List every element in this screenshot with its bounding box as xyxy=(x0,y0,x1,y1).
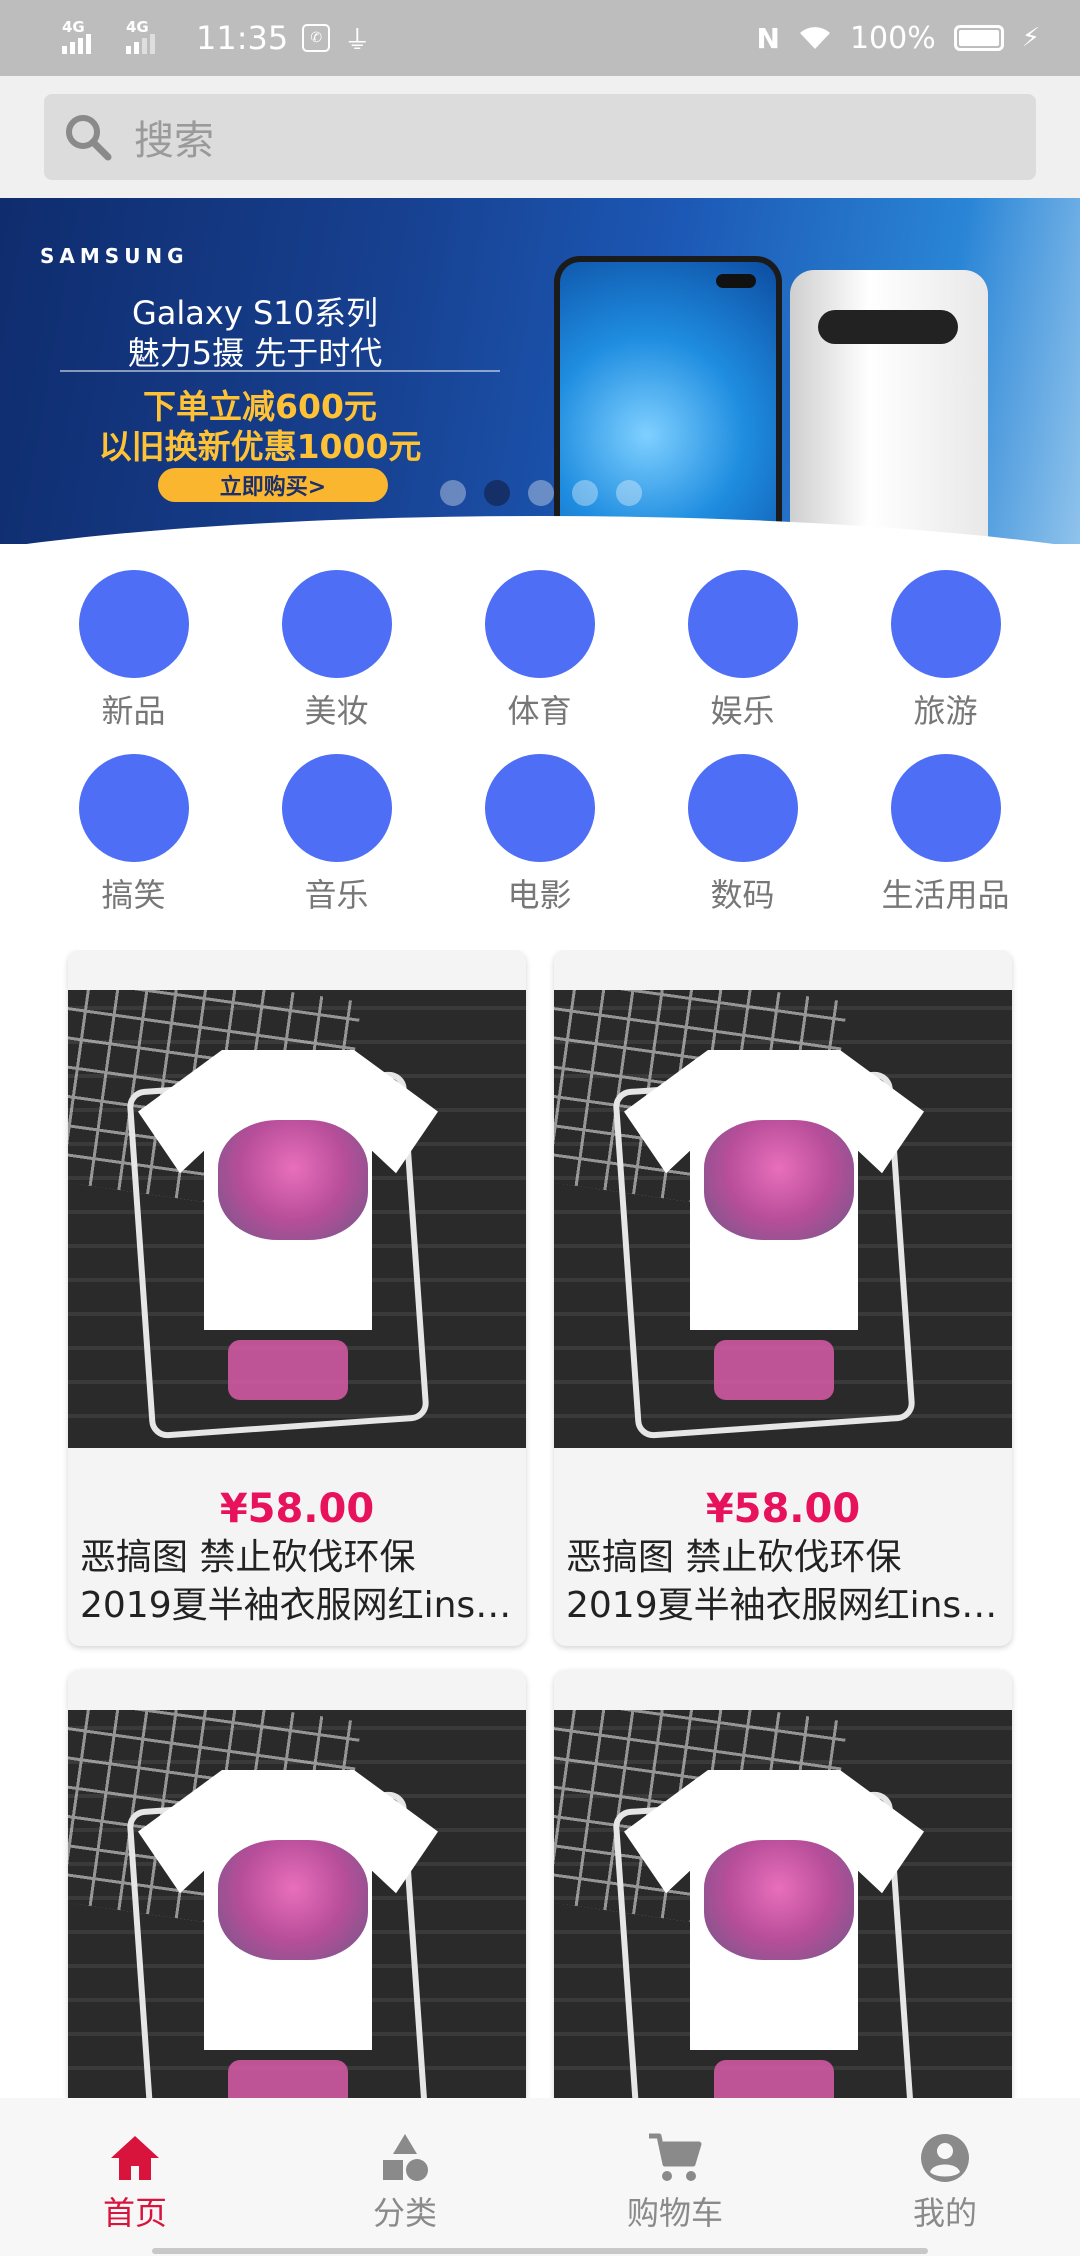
status-left: 4G 4G 11:35 ✆ ⏚ xyxy=(62,18,370,58)
product-image xyxy=(68,1710,526,2098)
category-label: 娱乐 xyxy=(710,692,775,730)
search-placeholder: 搜索 xyxy=(134,118,214,164)
cart-icon xyxy=(649,2133,702,2181)
status-bar: 4G 4G 11:35 ✆ ⏚ N 100% ⚡ xyxy=(0,0,1080,76)
battery-percent: 100% xyxy=(849,20,936,56)
product-title: 恶搞图 禁止砍伐环保 2019夏半袖衣服网红ins潮T恤 xyxy=(80,1537,512,1626)
signal-icon: 4G xyxy=(62,18,112,58)
search-area: 搜索 xyxy=(0,76,1080,198)
wifi-icon xyxy=(799,27,830,49)
category-row: 搞笑 音乐 电影 数码 生活用品 xyxy=(0,732,1080,916)
product-list: ¥58.00 恶搞图 禁止砍伐环保 2019夏半袖衣服网红ins潮T恤 ¥58.… xyxy=(0,950,1080,2098)
phone-back-image xyxy=(790,270,988,544)
category-icon xyxy=(484,570,595,678)
category-icon xyxy=(687,754,798,862)
category-label: 数码 xyxy=(710,876,775,914)
product-image xyxy=(554,1710,1012,2098)
category-icon xyxy=(281,754,392,862)
category-item[interactable]: 旅游 xyxy=(844,548,1047,732)
banner-divider xyxy=(60,370,500,372)
status-right: N 100% ⚡ xyxy=(757,21,1040,56)
bottom-nav: 首页 分类 购物车 我的 xyxy=(0,2098,1080,2256)
banner-dot[interactable] xyxy=(440,480,466,506)
app-notification-icon: ✆ xyxy=(302,24,331,52)
category-item[interactable]: 娱乐 xyxy=(641,548,844,732)
category-row: 新品 美妆 体育 娱乐 旅游 xyxy=(0,548,1080,732)
product-grid: ¥58.00 恶搞图 禁止砍伐环保 2019夏半袖衣服网红ins潮T恤 ¥58.… xyxy=(0,950,1080,2098)
category-label: 搞笑 xyxy=(101,876,166,914)
product-card[interactable]: ¥58.00 恶搞图 禁止砍伐环保 2019夏半袖衣服网红ins潮T恤 xyxy=(68,950,526,1646)
category-label: 新品 xyxy=(101,692,166,730)
category-label: 音乐 xyxy=(304,876,369,914)
tab-label: 我的 xyxy=(912,2194,977,2232)
banner-dot[interactable] xyxy=(528,480,554,506)
tab-label: 分类 xyxy=(372,2194,437,2232)
category-label: 旅游 xyxy=(913,692,978,730)
product-price: ¥58.00 xyxy=(705,1486,861,1532)
category-icon xyxy=(484,754,595,862)
category-icon xyxy=(383,2134,428,2181)
product-card[interactable]: ¥58.00 恶搞图 禁止砍伐环保 2019夏半袖衣服网红ins潮T恤 xyxy=(554,950,1012,1646)
category-label: 电影 xyxy=(507,876,572,914)
category-item[interactable]: 搞笑 xyxy=(32,732,235,916)
category-item[interactable]: 电影 xyxy=(438,732,641,916)
search-icon xyxy=(66,115,112,161)
category-icon xyxy=(281,570,392,678)
clock: 11:35 xyxy=(196,19,289,57)
banner-buy-button[interactable]: 立即购买> xyxy=(158,468,388,502)
usb-icon: ⏚ xyxy=(344,25,371,56)
category-item[interactable]: 生活用品 xyxy=(844,732,1047,916)
charging-icon: ⚡ xyxy=(1021,23,1040,53)
category-icon xyxy=(78,570,189,678)
banner-promo-2: 以旧换新优惠1000元 xyxy=(98,427,422,466)
promo-banner[interactable]: SAMSUNG Galaxy S10系列 魅力5摄 先于时代 下单立减600元 … xyxy=(0,198,1080,544)
category-item[interactable]: 数码 xyxy=(641,732,844,916)
tab-cart[interactable]: 购物车 xyxy=(540,2098,810,2256)
banner-brand: SAMSUNG xyxy=(40,244,189,268)
category-label: 体育 xyxy=(507,692,572,730)
product-image xyxy=(68,990,526,1448)
banner-pagination xyxy=(440,480,642,506)
product-image xyxy=(554,990,1012,1448)
home-icon xyxy=(111,2136,159,2180)
category-grid: 新品 美妆 体育 娱乐 旅游 搞笑 音乐 电影 数码 生活用品 xyxy=(0,548,1080,916)
tab-profile[interactable]: 我的 xyxy=(810,2098,1080,2256)
banner-dot[interactable] xyxy=(616,480,642,506)
tab-label: 购物车 xyxy=(626,2194,723,2232)
product-card[interactable] xyxy=(554,1670,1012,2098)
category-icon xyxy=(890,570,1001,678)
category-item[interactable]: 美妆 xyxy=(235,548,438,732)
tab-category[interactable]: 分类 xyxy=(270,2098,540,2256)
product-title: 恶搞图 禁止砍伐环保 2019夏半袖衣服网红ins潮T恤 xyxy=(566,1537,998,1626)
category-item[interactable]: 新品 xyxy=(32,548,235,732)
product-card[interactable] xyxy=(68,1670,526,2098)
signal-icon-2: 4G xyxy=(126,18,176,58)
tab-home[interactable]: 首页 xyxy=(0,2098,270,2256)
category-label: 生活用品 xyxy=(881,876,1010,914)
category-icon xyxy=(78,754,189,862)
category-label: 美妆 xyxy=(304,692,369,730)
search-input[interactable]: 搜索 xyxy=(44,94,1036,180)
gesture-bar[interactable] xyxy=(152,2248,928,2254)
nfc-icon: N xyxy=(756,21,780,55)
banner-dot[interactable] xyxy=(572,480,598,506)
profile-icon xyxy=(921,2134,969,2182)
product-price: ¥58.00 xyxy=(219,1486,375,1532)
tab-label: 首页 xyxy=(102,2194,167,2232)
category-icon xyxy=(687,570,798,678)
category-item[interactable]: 音乐 xyxy=(235,732,438,916)
category-icon xyxy=(890,754,1001,862)
banner-subtitle: 魅力5摄 先于时代 xyxy=(127,334,383,372)
category-item[interactable]: 体育 xyxy=(438,548,641,732)
battery-icon xyxy=(953,25,1004,51)
banner-dot[interactable] xyxy=(484,480,510,506)
